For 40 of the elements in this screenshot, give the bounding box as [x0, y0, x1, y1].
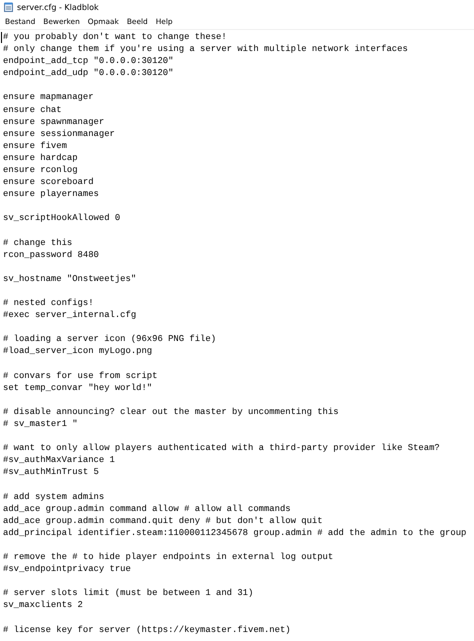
code-line: # disable announcing? clear out the master by uncommenting this [3, 406, 339, 418]
code-line: add_ace group.admin command.quit deny # but don't allow quit [3, 514, 323, 527]
code-line: endpoint_add_udp "0.0.0.0:30120" [3, 67, 174, 80]
code-line: ensure fivem [3, 140, 67, 152]
text-cursor [1, 32, 2, 43]
code-line: set temp_convar "hey world!" [3, 382, 152, 394]
code-line: # nested configs! [3, 297, 94, 310]
notepad-icon [4, 2, 13, 12]
code-line: ensure sessionmanager [3, 128, 115, 140]
code-line: add_ace group.admin command allow # allow all commands [3, 502, 291, 515]
code-line: sv_maxclients 2 [3, 599, 83, 612]
code-line: # change this [3, 236, 72, 249]
code-line: ensure chat [3, 104, 62, 116]
code-line: sv_hostname "Onstweetjes" [3, 272, 136, 285]
code-line: # you probably don't want to change these! [3, 31, 227, 44]
code-line: endpoint_add_tcp "0.0.0.0:30120" [3, 55, 174, 68]
code-line: ensure spawnmanager [3, 116, 104, 128]
code-line: # convars for use from script [3, 370, 158, 382]
code-line: ensure mapmanager [3, 91, 94, 104]
code-line: rcon_password 8480 [3, 248, 99, 261]
code-line: # add system admins [3, 490, 104, 503]
code-line: ensure scoreboard [3, 176, 94, 188]
code-line: #load_server_icon myLogo.png [3, 345, 152, 358]
code-line: ensure rconlog [3, 164, 78, 176]
code-line: # only change them if you're using a server with multiple network interfaces [3, 43, 408, 56]
code-line: #sv_authMaxVariance 1 [3, 454, 115, 466]
code-line: #exec server_internal.cfg [3, 309, 136, 322]
code-line: # remove the # to hide player endpoints in external log output [3, 551, 334, 564]
code-line: # want to only allow players authenticated with a third-party provider like Steam? [3, 442, 440, 454]
code-line: #sv_endpointprivacy true [3, 563, 131, 576]
code-line: # license key for server (https://keymaster.fivem.net) [3, 624, 291, 636]
code-line: # sv_master1 " [3, 418, 78, 430]
code-line: ensure playernames [3, 188, 99, 200]
code-line: # server slots limit (must be between 1 and 31) [3, 587, 254, 600]
code-line: # loading a server icon (96x96 PNG file) [3, 333, 216, 346]
code-line: ensure hardcap [3, 152, 78, 164]
window-title: server.cfg - Kladblok [17, 2, 99, 12]
code-line: add_principal identifier.steam:110000112345678 group.admin # add the admin to the group [3, 526, 466, 539]
code-line: sv_scriptHookAllowed 0 [3, 212, 120, 224]
code-line: #sv_authMinTrust 5 [3, 466, 99, 478]
